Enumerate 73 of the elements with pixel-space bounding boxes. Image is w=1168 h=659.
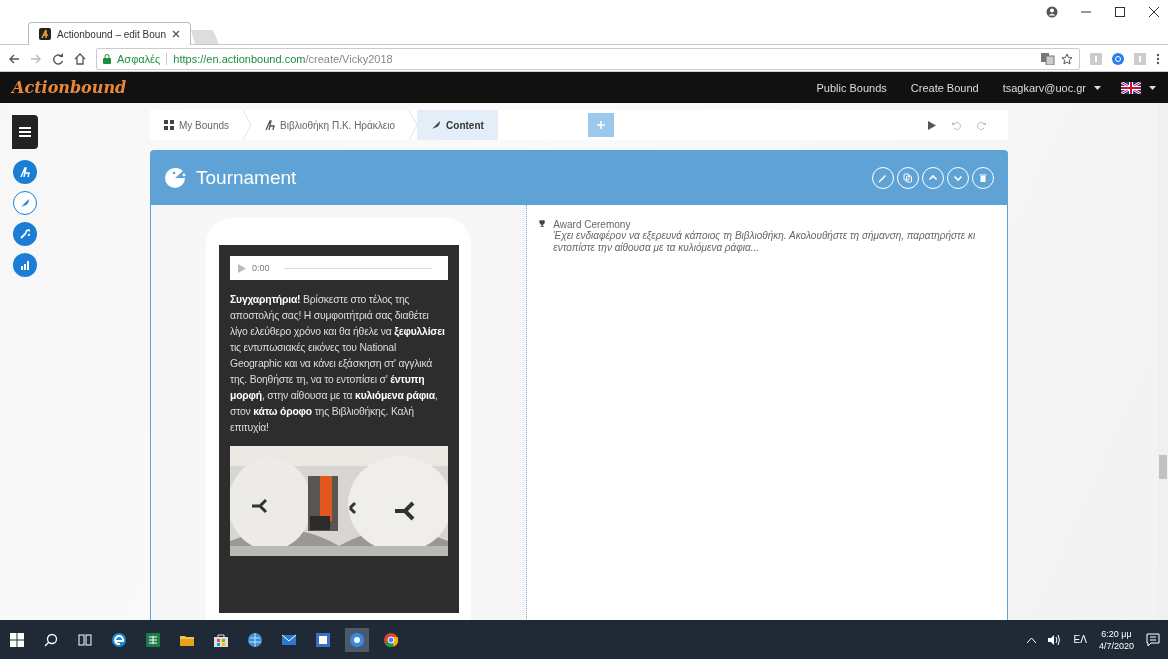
audio-player[interactable]: 0:00	[230, 256, 448, 280]
grid-icon	[164, 120, 174, 130]
undo-icon	[952, 120, 961, 130]
menu-icon	[19, 127, 31, 137]
address-bar[interactable]: Ασφαλές https://en.actionbound.com/create/Vicky2018	[96, 47, 1080, 70]
star-icon[interactable]	[1061, 52, 1073, 65]
menu-button[interactable]	[12, 115, 38, 149]
windows-logo-icon[interactable]	[10, 632, 24, 647]
breadcrumb[interactable]: Content	[417, 110, 498, 140]
message-text: Συγχαρητήρια! Βρίσκεστε στο τέλος της αποστολής σας! Η συμφοιτήτριά σας διαθέτει λίγο ελεύθερο χρόνο και θα ήθελε να ξεφυλλίσει τις εντυπωσιακές εικόνες του National Geographic και να κάνει εξάσκηση στ' αγγλικά της. Βοηθήστε τη, να το εντοπίσει σ' έντυπη μορφή, στην αίθουσα με τα κυλιόμενα ράφια, στον κάτω όροφο της Βιβλιοθήκης. Καλή επιτυχία!	[230, 293, 446, 435]
feather-icon	[431, 120, 442, 130]
scrollbar-thumb[interactable]	[1159, 455, 1167, 479]
app-logo[interactable]: Actionbound	[12, 78, 793, 97]
url-text: https://en.actionbound.com/create/Vicky2018	[173, 52, 393, 65]
sidebar-button[interactable]	[13, 191, 37, 215]
item-title: Award Ceremony	[553, 219, 632, 230]
item-description: Έχει ενδιαφέρον να εξερευνά κάποιος τη Βιβλιοθήκη. Ακολουθήστε τη σήμανση, παρατηρήστε κι εντοπίστε την αίθουσα με τα κυλιόμενα ράφια...	[553, 230, 977, 254]
notification-icon[interactable]	[1146, 632, 1160, 647]
translate-icon[interactable]	[1041, 52, 1055, 65]
reload-icon[interactable]	[52, 52, 64, 65]
clock-time[interactable]: 6:20 μμ	[1101, 627, 1132, 640]
extension-icon[interactable]	[1112, 52, 1124, 65]
trophy-icon	[539, 219, 546, 228]
store-icon[interactable]	[214, 632, 228, 647]
forward-icon	[30, 52, 42, 65]
sidebar-button[interactable]	[13, 222, 37, 246]
mail-icon[interactable]	[282, 632, 296, 647]
speaker-icon[interactable]	[1047, 634, 1062, 645]
chart-icon	[20, 260, 30, 270]
lock-icon	[103, 53, 111, 64]
close-icon[interactable]	[172, 30, 180, 38]
spreadsheet-icon[interactable]	[146, 632, 160, 647]
redo-icon	[977, 120, 986, 130]
flag-icon[interactable]	[1121, 81, 1141, 94]
chevron-icon	[409, 110, 418, 140]
back-icon[interactable]	[8, 52, 20, 65]
panel-title: Tournament	[196, 166, 298, 189]
sidebar-button[interactable]	[13, 253, 37, 277]
breadcrumb[interactable]: My Bounds	[150, 110, 244, 140]
nav-link[interactable]: Create Bound	[910, 81, 979, 94]
globe-icon[interactable]	[248, 632, 262, 647]
bound-icon	[20, 167, 30, 177]
breadcrumb[interactable]: Βιβλιοθήκη Π.Κ. Ηράκλειο	[251, 110, 410, 140]
clock-date[interactable]: 4/7/2020	[1098, 639, 1134, 652]
pacman-icon	[164, 166, 186, 189]
chevron-icon	[243, 110, 252, 140]
chevron-up-icon[interactable]	[1026, 636, 1036, 643]
feather-icon	[20, 198, 30, 208]
play-icon[interactable]	[928, 120, 936, 130]
chrome-icon[interactable]	[384, 632, 398, 647]
account-icon[interactable]	[1046, 6, 1058, 18]
secure-label: Ασφαλές	[117, 52, 161, 65]
user-menu[interactable]: tsagkarv@uoc.gr	[1002, 81, 1101, 94]
maximize-icon[interactable]	[1114, 6, 1126, 18]
sidebar-button[interactable]	[13, 160, 37, 184]
window-icon[interactable]	[316, 632, 330, 647]
close-icon[interactable]	[1148, 6, 1160, 18]
edge-icon[interactable]	[112, 632, 126, 647]
nav-link[interactable]: Public Bounds	[816, 81, 887, 94]
task-view-icon[interactable]	[78, 632, 92, 647]
app-logo-icon	[39, 28, 51, 40]
wrench-icon	[20, 229, 30, 239]
caret-icon	[1149, 85, 1156, 90]
plus-icon	[596, 121, 605, 129]
browser-tab[interactable]: Actionbound – edit Boun	[28, 22, 191, 45]
search-icon[interactable]	[44, 632, 58, 647]
bound-icon	[265, 120, 276, 130]
language-indicator[interactable]: ΕΛ	[1073, 634, 1087, 645]
circle-app-icon[interactable]	[350, 632, 364, 647]
caret-icon	[1094, 85, 1101, 90]
more-icon[interactable]	[1156, 52, 1160, 65]
copy-icon	[902, 171, 914, 184]
home-icon[interactable]	[74, 52, 86, 65]
